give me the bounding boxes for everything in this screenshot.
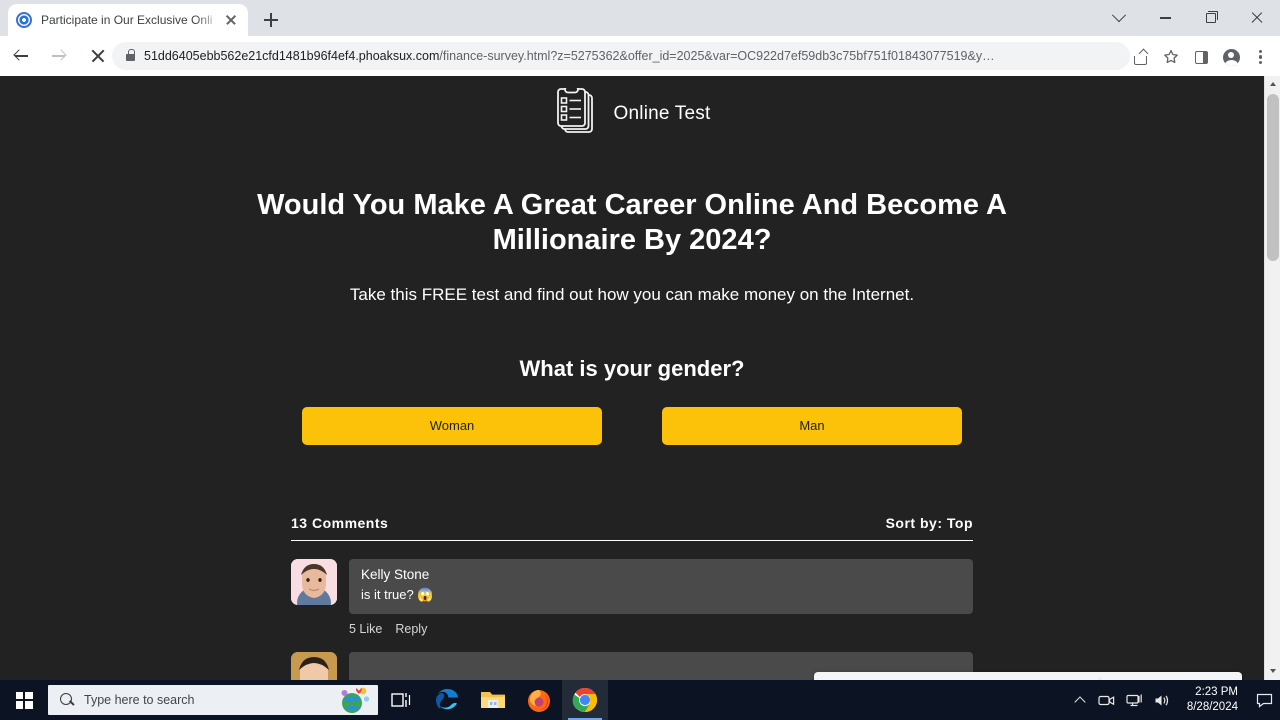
maximize-button[interactable] [1188,0,1234,36]
search-globe-icon [338,686,372,714]
site-brand-name: Online Test [613,103,711,124]
page-content: Online Test Would You Make A Great Caree… [0,76,1264,680]
comments-divider [291,539,973,541]
google-chrome-icon [572,687,598,712]
maximize-icon [1206,10,1218,23]
page-headline: Would You Make A Great Career Online And… [257,189,1007,257]
lock-icon [126,49,136,61]
action-center-button[interactable] [1248,680,1280,720]
taskbar-time: 2:23 PM [1195,686,1238,699]
scrollbar-thumb[interactable] [1267,94,1279,261]
action-center-icon [1256,693,1272,708]
close-x-icon [90,49,105,64]
address-bar[interactable]: 51dd6405ebb562e21cfd1481b96f4ef4.phoaksu… [112,42,1130,70]
url-host: 51dd6405ebb562e21cfd1481b96f4ef4.phoaksu… [144,49,440,63]
chrome-menu-button[interactable] [1246,42,1276,72]
microsoft-edge-button[interactable] [424,680,470,720]
start-button[interactable] [0,680,48,720]
comment-body: Kelly Stone is it true? 😱 5 Like Reply [349,558,973,636]
site-brand: Online Test [0,85,1264,140]
browser-tab-title: Participate in Our Exclusive Onli [41,13,213,27]
file-explorer-icon [481,692,505,708]
new-tab-button[interactable] [258,7,284,33]
comment-bubble: Kelly Stone is it true? 😱 [349,558,973,614]
survey-answers: Woman Man [302,406,962,445]
task-view-icon [391,693,411,707]
page-scrollbar[interactable] [1264,76,1280,680]
chrome-menu-icon [1259,49,1263,65]
mozilla-firefox-button[interactable] [516,680,562,720]
side-panel-icon [1194,50,1208,64]
arrow-left-icon [13,48,29,64]
windows-taskbar: Type here to search 2:23 PM 8/28/2024 [0,680,1280,720]
comments-header: 13 Comments Sort by: Top [291,515,973,531]
mozilla-firefox-icon [528,690,550,712]
answer-button-woman[interactable]: Woman [302,406,602,445]
site-favicon [16,12,32,28]
screen: Participate in Our Exclusive Onli 51dd64… [0,0,1280,720]
google-chrome-button[interactable] [562,680,608,720]
show-hidden-icons-button[interactable] [1067,680,1093,720]
share-button[interactable] [1126,42,1156,72]
camera-icon[interactable] [1093,680,1121,720]
close-icon [1251,12,1263,24]
microsoft-edge-icon [436,689,458,710]
windows-logo-icon [15,691,33,709]
tab-search-button[interactable] [1096,0,1142,36]
comment-author: Kelly Stone [361,566,430,582]
comments-count: 13 Comments [291,514,389,531]
comment-actions: 5 Like Reply [349,622,973,636]
page-viewport: Online Test Would You Make A Great Caree… [0,76,1280,680]
stop-loading-button[interactable] [80,39,114,73]
taskbar-clock[interactable]: 2:23 PM 8/28/2024 [1177,685,1248,715]
task-view-button[interactable] [378,680,424,720]
page-subheadline: Take this FREE test and find out how you… [349,284,915,304]
share-icon [1133,50,1149,65]
address-bar-url: 51dd6405ebb562e21cfd1481b96f4ef4.phoaksu… [144,49,995,63]
bookmark-star-icon [1164,49,1178,64]
arrow-right-icon [51,48,67,64]
system-tray: 2:23 PM 8/28/2024 [1067,680,1280,720]
forward-button[interactable] [42,39,76,73]
commenter-avatar [291,651,337,680]
taskbar-date: 8/28/2024 [1186,701,1238,713]
minimize-icon [1159,17,1171,19]
comments-section: 13 Comments Sort by: Top Kelly Stone is … [291,515,973,680]
comment-item: Kelly Stone is it true? 😱 5 Like Reply [291,558,973,636]
answer-button-man[interactable]: Man [662,406,962,445]
network-icon[interactable] [1121,680,1149,720]
profile-button[interactable] [1216,42,1246,72]
survey-question: What is your gender? [519,355,745,381]
window-controls [1096,0,1280,36]
profile-avatar-icon [1222,48,1240,66]
back-button[interactable] [4,39,38,73]
file-explorer-button[interactable] [470,680,516,720]
chevron-down-icon [1111,8,1127,23]
scroll-down-arrow-icon[interactable] [1265,663,1280,680]
commenter-avatar [291,558,337,605]
cookie-consent-banner: This website uses cookies to ensure you … [814,672,1242,680]
close-tab-icon[interactable] [222,11,240,29]
browser-tab-strip: Participate in Our Exclusive Onli [0,0,1280,36]
url-path: /finance-survey.html?z=5275362&offer_id=… [439,49,995,63]
toolbar-icon-group [1126,40,1276,74]
scroll-up-arrow-icon[interactable] [1265,76,1280,93]
bookmark-button[interactable] [1156,42,1186,72]
side-panel-button[interactable] [1186,42,1216,72]
comment-reply[interactable]: Reply [395,622,427,636]
comments-sort[interactable]: Sort by: Top [886,515,973,531]
comment-like[interactable]: 5 Like [349,622,382,636]
comment-text: is it true? 😱 [361,586,434,602]
close-window-button[interactable] [1234,0,1280,36]
taskbar-search-placeholder: Type here to search [84,693,195,707]
taskbar-search-input[interactable]: Type here to search [48,685,378,715]
volume-icon[interactable] [1149,680,1177,720]
browser-tab[interactable]: Participate in Our Exclusive Onli [8,4,248,36]
search-icon [60,692,75,708]
clipboard-checklist-icon [554,85,602,140]
minimize-button[interactable] [1142,0,1188,36]
